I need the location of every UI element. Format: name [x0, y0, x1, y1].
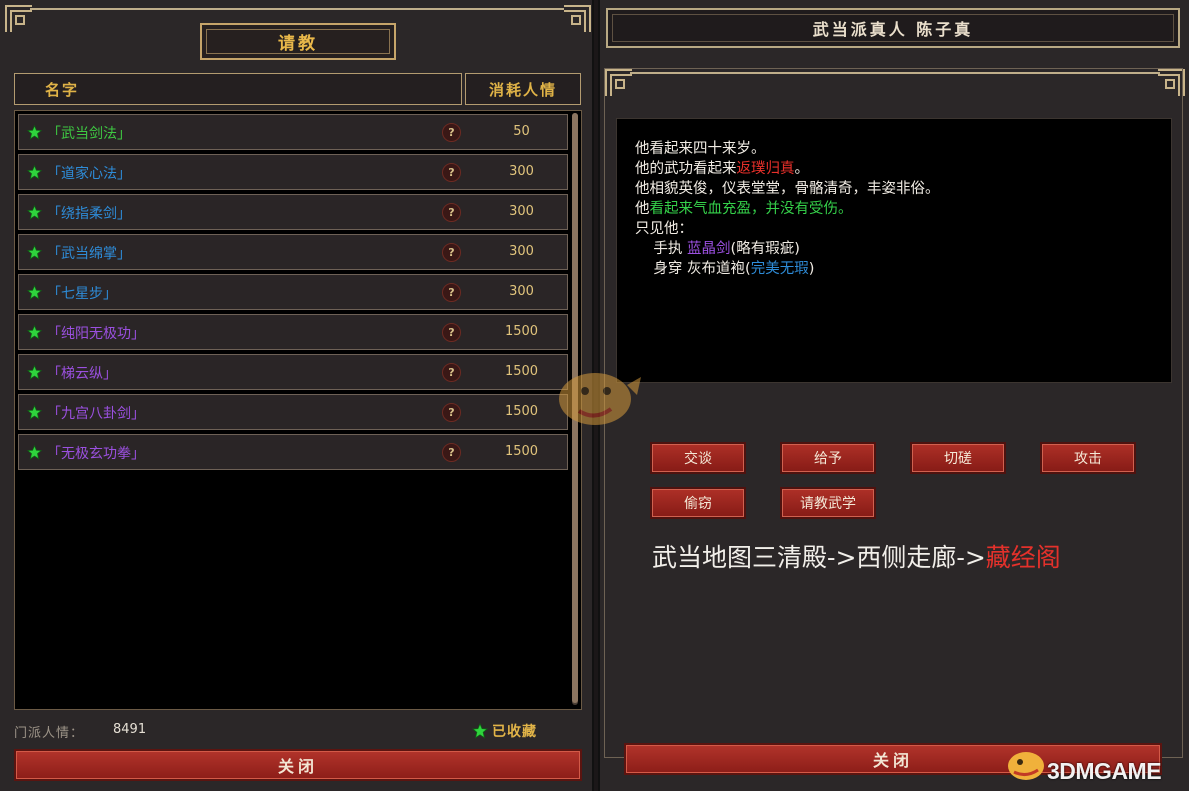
- skill-cost: 1500: [504, 444, 539, 459]
- skill-row[interactable]: 「绕指柔剑」? 300: [18, 194, 568, 230]
- skill-name: 「武当剑法」: [47, 126, 131, 142]
- desc-line: 他看起来气血充盈，并没有受伤。: [635, 201, 853, 217]
- skill-row[interactable]: 「梯云纵」? 1500: [18, 354, 568, 390]
- skill-name: 「绕指柔剑」: [47, 206, 131, 222]
- close-button[interactable]: 关闭: [14, 749, 582, 781]
- collected-toggle[interactable]: 已收藏: [472, 721, 537, 741]
- skill-row[interactable]: 「武当剑法」? 50: [18, 114, 568, 150]
- skill-name: 「纯阳无极功」: [47, 326, 145, 342]
- skill-cost: 1500: [504, 324, 539, 339]
- desc-line: 他相貌英俊，仪表堂堂，骨骼清奇，丰姿非俗。: [635, 181, 940, 197]
- attack-button[interactable]: 攻击: [1040, 442, 1136, 474]
- help-icon[interactable]: ?: [442, 443, 461, 462]
- help-icon[interactable]: ?: [442, 163, 461, 182]
- corner-ornament-icon: [562, 4, 592, 34]
- npc-description: 他看起来四十来岁。 他的武功看起来返璞归真。 他相貌英俊，仪表堂堂，骨骼清奇，丰…: [616, 118, 1172, 383]
- star-icon: [472, 723, 488, 739]
- help-icon[interactable]: ?: [442, 363, 461, 382]
- sect-favor-label: 门派人情：: [14, 726, 85, 741]
- star-icon[interactable]: [27, 325, 42, 340]
- desc-line: 身穿 灰布道袍(完美无瑕): [635, 261, 815, 277]
- sect-favor-value: 8491: [113, 722, 147, 737]
- frame-line: [30, 8, 564, 10]
- skill-name: 「道家心法」: [47, 166, 131, 182]
- steal-button[interactable]: 偷窃: [650, 487, 746, 519]
- learn-martial-arts-button[interactable]: 请教武学: [780, 487, 876, 519]
- skill-row[interactable]: 「九宫八卦剑」? 1500: [18, 394, 568, 430]
- skill-row[interactable]: 「纯阳无极功」? 1500: [18, 314, 568, 350]
- star-icon[interactable]: [27, 205, 42, 220]
- corner-ornament-icon: [4, 4, 34, 34]
- desc-line: 手执 蓝晶剑(略有瑕疵): [635, 241, 800, 257]
- help-icon[interactable]: ?: [442, 123, 461, 142]
- skill-cost: 300: [509, 244, 534, 259]
- npc-title: 武当派真人 陈子真: [812, 20, 974, 39]
- help-icon[interactable]: ?: [442, 323, 461, 342]
- route-caption: 武当地图三清殿->西侧走廊->藏经阁: [652, 543, 1061, 572]
- star-icon[interactable]: [27, 365, 42, 380]
- star-icon[interactable]: [27, 245, 42, 260]
- star-icon[interactable]: [27, 125, 42, 140]
- skill-row[interactable]: 「道家心法」? 300: [18, 154, 568, 190]
- help-icon[interactable]: ?: [442, 243, 461, 262]
- npc-panel: 武当派真人 陈子真 他看起来四十来岁。 他的武功看起来返璞归真。 他相貌英俊，仪…: [598, 0, 1189, 791]
- mascot-icon: [559, 373, 641, 425]
- help-icon[interactable]: ?: [442, 403, 461, 422]
- help-icon[interactable]: ?: [442, 203, 461, 222]
- skill-cost: 300: [509, 204, 534, 219]
- mascot-icon: [1008, 752, 1044, 780]
- spar-button[interactable]: 切磋: [910, 442, 1006, 474]
- column-header-cost: 消耗人情: [465, 73, 581, 105]
- skill-cost: 50: [513, 124, 530, 139]
- desc-line: 他的武功看起来返璞归真。: [635, 161, 809, 177]
- desc-line: 只见他：: [635, 221, 693, 237]
- star-icon[interactable]: [27, 285, 42, 300]
- skill-row[interactable]: 「七星步」? 300: [18, 274, 568, 310]
- skill-name: 「无极玄功拳」: [47, 446, 145, 462]
- npc-title-box: 武当派真人 陈子真: [606, 8, 1180, 48]
- column-header-name: 名字: [14, 73, 462, 105]
- talk-button[interactable]: 交谈: [650, 442, 746, 474]
- skill-name: 「梯云纵」: [47, 366, 117, 382]
- panel-title-box: 请教: [200, 23, 396, 60]
- skill-row[interactable]: 「无极玄功拳」? 1500: [18, 434, 568, 470]
- star-icon[interactable]: [27, 165, 42, 180]
- collected-label: 已收藏: [492, 724, 537, 740]
- skill-name: 「七星步」: [47, 286, 117, 302]
- panel-title: 请教: [278, 34, 318, 54]
- help-icon[interactable]: ?: [442, 283, 461, 302]
- weapon-link[interactable]: 蓝晶剑: [687, 241, 731, 257]
- desc-line: 他看起来四十来岁。: [635, 141, 766, 157]
- skill-cost: 300: [509, 164, 534, 179]
- skill-cost: 300: [509, 284, 534, 299]
- give-button[interactable]: 给予: [780, 442, 876, 474]
- skill-name: 「九宫八卦剑」: [47, 406, 145, 422]
- star-icon[interactable]: [27, 445, 42, 460]
- skill-name: 「武当绵掌」: [47, 246, 131, 262]
- skill-row[interactable]: 「武当绵掌」? 300: [18, 234, 568, 270]
- watermark: 3DMGAME: [1047, 758, 1162, 784]
- teach-panel: 请教 名字 消耗人情 「武当剑法」? 50 「道家心法」? 300 「绕指柔剑」? 300…: [0, 0, 594, 791]
- star-icon[interactable]: [27, 405, 42, 420]
